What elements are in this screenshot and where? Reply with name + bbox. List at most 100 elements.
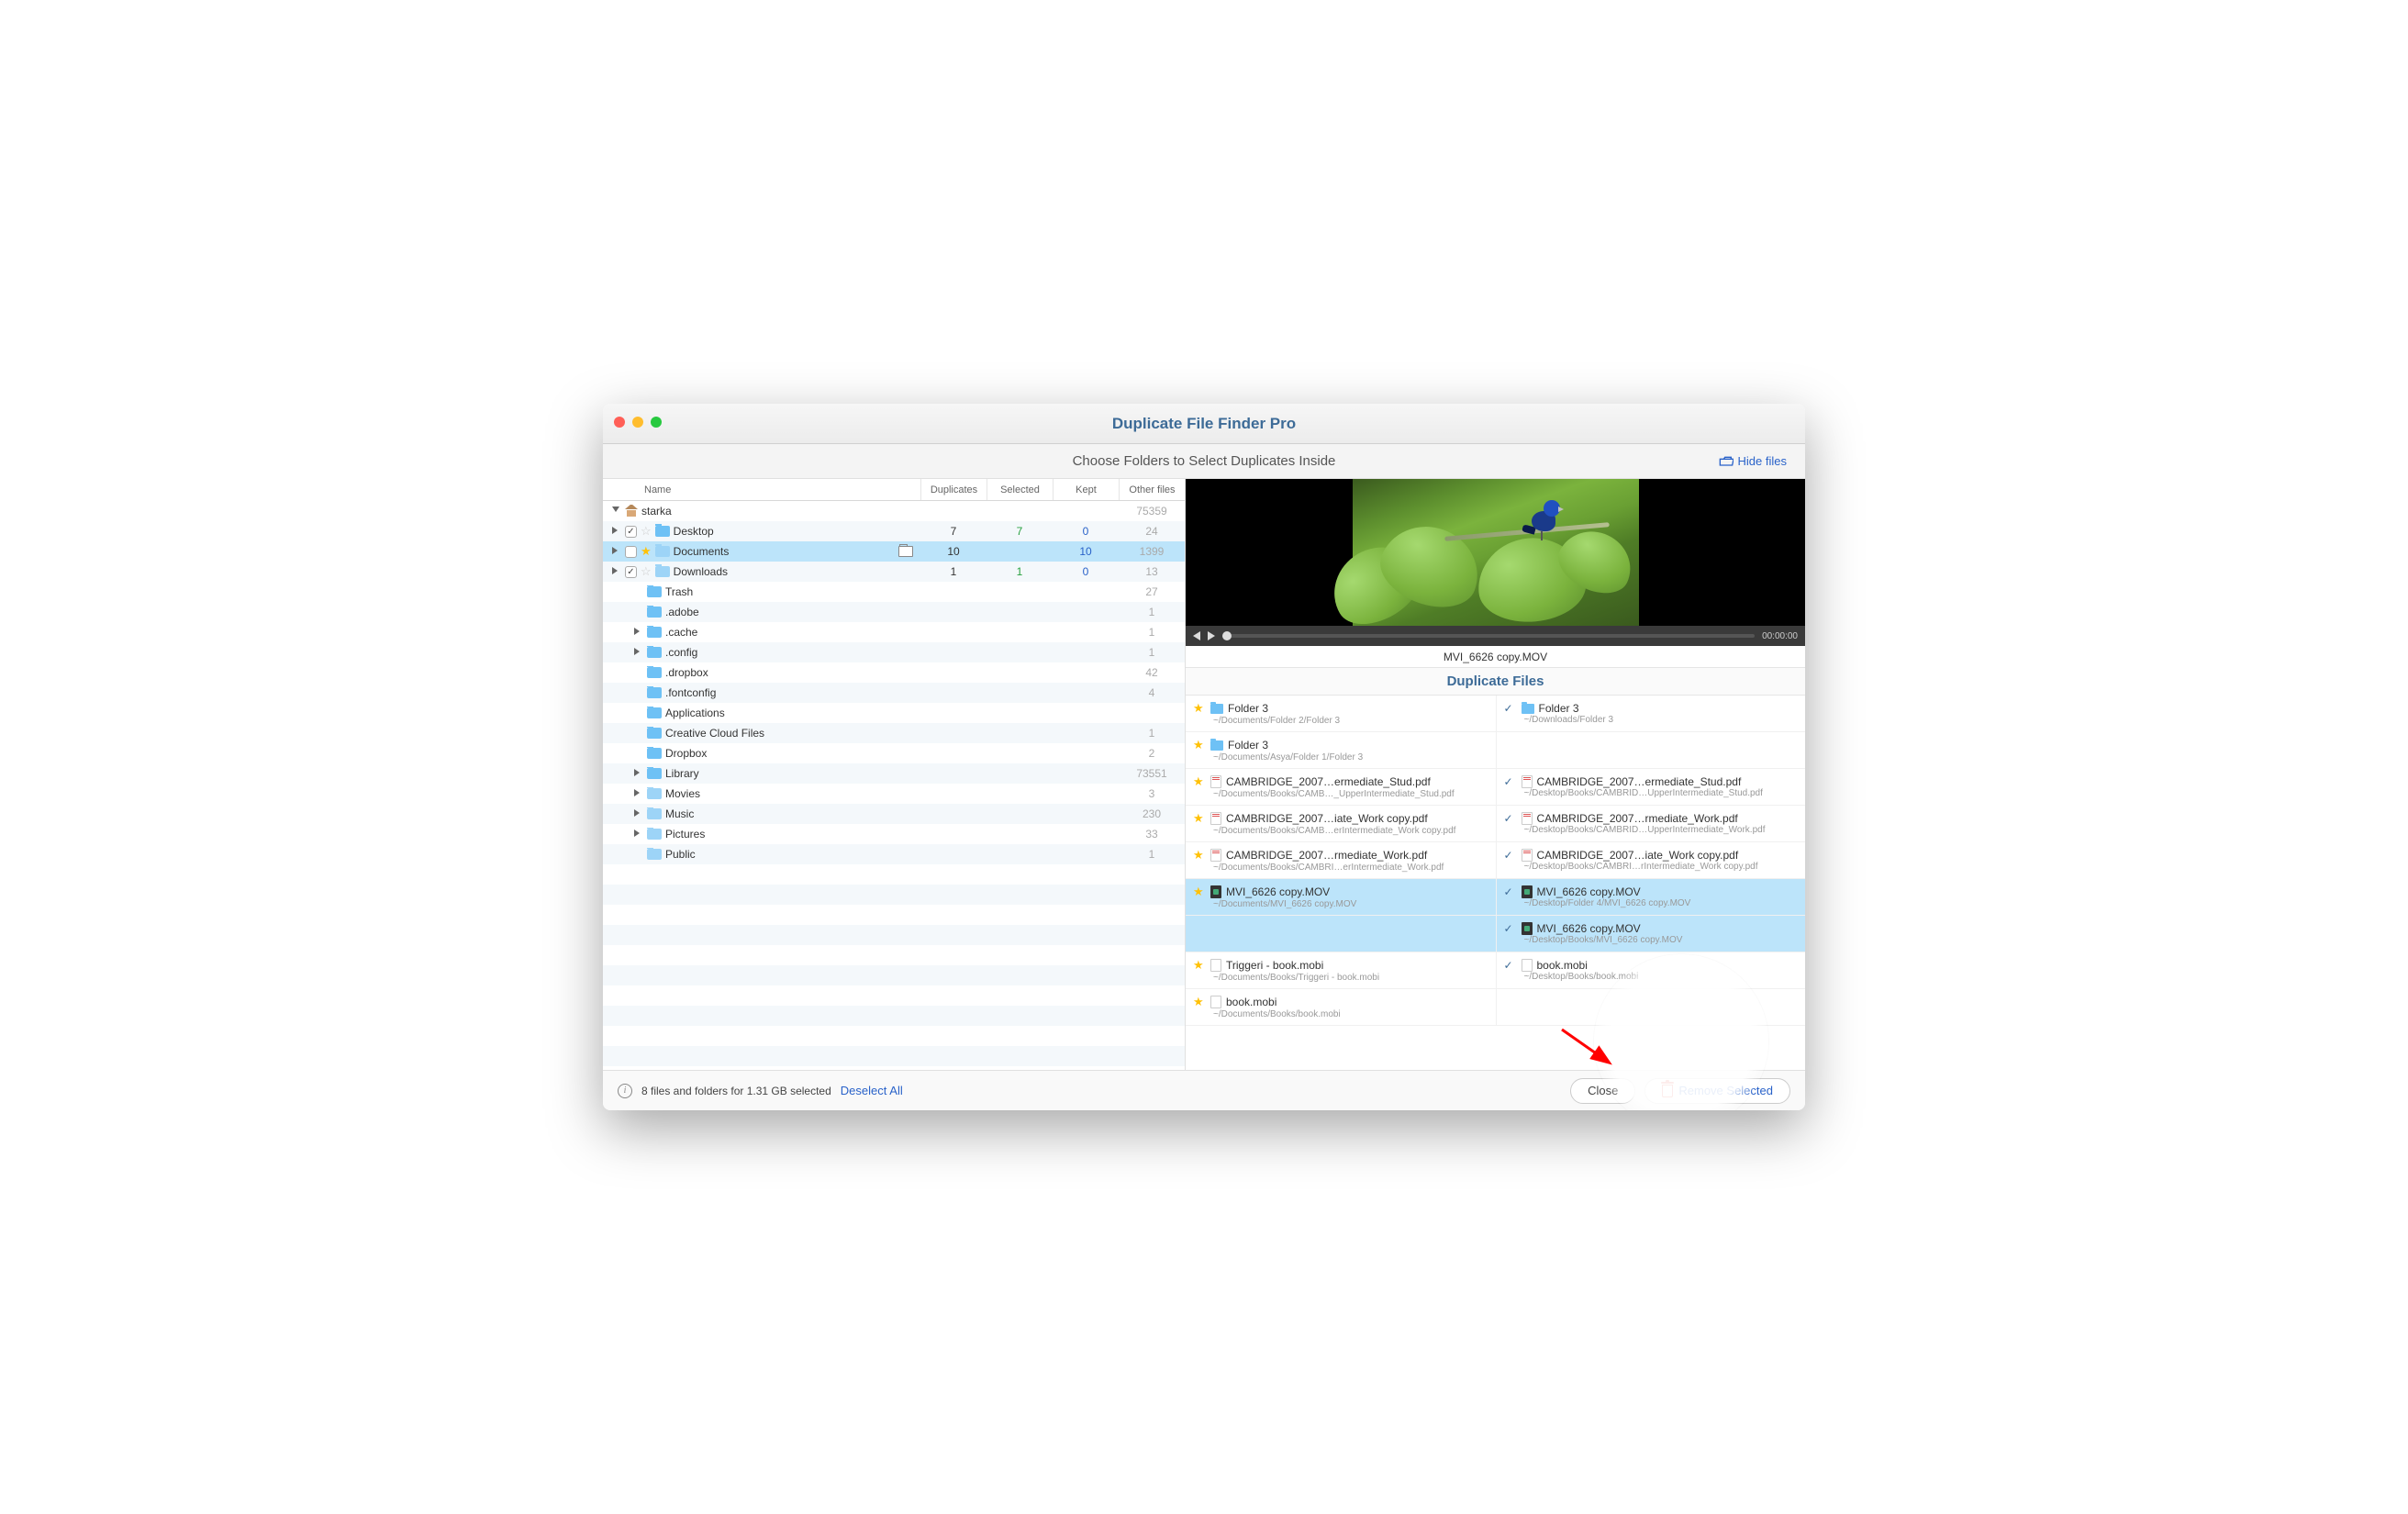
disclosure-triangle[interactable] (634, 789, 643, 798)
check-icon[interactable]: ✓ (1504, 775, 1517, 788)
tree-row[interactable]: ★Documents10101399 (603, 541, 1185, 562)
disclosure-triangle[interactable] (612, 547, 621, 556)
tree-row[interactable]: Applications (603, 703, 1185, 723)
checkbox[interactable] (625, 566, 637, 578)
duplicate-row[interactable]: ★Folder 3~/Documents/Folder 2/Folder 3✓F… (1186, 696, 1805, 732)
duplicate-item[interactable]: ★MVI_6626 copy.MOV~/Documents/MVI_6626 c… (1186, 879, 1496, 915)
seek-thumb[interactable] (1222, 631, 1232, 640)
prev-frame-button[interactable] (1193, 631, 1200, 640)
star-icon[interactable]: ★ (1193, 885, 1206, 899)
disclosure-triangle[interactable] (612, 507, 621, 516)
duplicate-row[interactable]: ★Triggeri - book.mobi~/Documents/Books/T… (1186, 952, 1805, 989)
tree-row[interactable]: .dropbox42 (603, 662, 1185, 683)
tree-row[interactable]: Library73551 (603, 763, 1185, 784)
duplicate-item[interactable]: ★CAMBRIDGE_2007…iate_Work copy.pdf~/Docu… (1186, 806, 1496, 841)
check-icon[interactable]: ✓ (1504, 922, 1517, 935)
duplicate-files-list[interactable]: ★Folder 3~/Documents/Folder 2/Folder 3✓F… (1186, 696, 1805, 1070)
star-icon[interactable]: ★ (1193, 811, 1206, 826)
col-name[interactable]: Name (603, 484, 920, 495)
disclosure-triangle[interactable] (634, 648, 643, 657)
col-duplicates[interactable]: Duplicates (920, 479, 987, 500)
minimize-window-button[interactable] (632, 417, 643, 428)
deselect-all-link[interactable]: Deselect All (841, 1084, 903, 1097)
remove-selected-button[interactable]: Remove Selected (1644, 1078, 1790, 1104)
disclosure-triangle[interactable] (612, 527, 621, 536)
zoom-window-button[interactable] (651, 417, 662, 428)
tree-row[interactable]: Music230 (603, 804, 1185, 824)
tree-row[interactable]: .config1 (603, 642, 1185, 662)
disclosure-triangle[interactable] (634, 769, 643, 778)
check-icon[interactable]: ✓ (1504, 849, 1517, 862)
tree-row-empty (603, 965, 1185, 985)
star-icon[interactable]: ★ (641, 544, 652, 559)
hide-files-link[interactable]: Hide files (1719, 454, 1787, 468)
star-icon[interactable]: ★ (1193, 701, 1206, 716)
file-icon (1522, 959, 1533, 972)
col-kept[interactable]: Kept (1053, 479, 1119, 500)
duplicate-item[interactable]: ★Folder 3~/Documents/Asya/Folder 1/Folde… (1186, 732, 1496, 768)
duplicate-item[interactable]: ✓MVI_6626 copy.MOV~/Desktop/Books/MVI_66… (1496, 916, 1806, 952)
checkbox[interactable] (625, 526, 637, 538)
duplicate-item[interactable] (1496, 989, 1806, 1025)
col-other[interactable]: Other files (1119, 479, 1185, 500)
disclosure-triangle[interactable] (612, 567, 621, 576)
disclosure-triangle[interactable] (634, 628, 643, 637)
seek-bar[interactable] (1222, 634, 1755, 638)
duplicate-item[interactable]: ✓CAMBRIDGE_2007…iate_Work copy.pdf~/Desk… (1496, 842, 1806, 878)
duplicate-filename: Triggeri - book.mobi (1226, 959, 1323, 972)
tree-row[interactable]: .cache1 (603, 622, 1185, 642)
duplicate-item[interactable]: ✓book.mobi~/Desktop/Books/book.mobi (1496, 952, 1806, 988)
duplicate-item[interactable] (1186, 916, 1496, 952)
close-button[interactable]: Close (1570, 1078, 1635, 1104)
tree-row[interactable]: Dropbox2 (603, 743, 1185, 763)
duplicate-row[interactable]: ★Folder 3~/Documents/Asya/Folder 1/Folde… (1186, 732, 1805, 769)
disclosure-triangle[interactable] (634, 809, 643, 818)
open-folder-icon[interactable] (898, 546, 913, 557)
tree-row[interactable]: .fontconfig4 (603, 683, 1185, 703)
tree-row[interactable]: Movies3 (603, 784, 1185, 804)
tree-row[interactable]: ☆Downloads11013 (603, 562, 1185, 582)
tree-row[interactable]: Public1 (603, 844, 1185, 864)
duplicate-item[interactable]: ★Triggeri - book.mobi~/Documents/Books/T… (1186, 952, 1496, 988)
duplicate-item[interactable]: ★book.mobi~/Documents/Books/book.mobi (1186, 989, 1496, 1025)
col-selected[interactable]: Selected (987, 479, 1053, 500)
check-icon[interactable]: ✓ (1504, 812, 1517, 825)
star-icon[interactable]: ★ (1193, 774, 1206, 789)
duplicate-row[interactable]: ★CAMBRIDGE_2007…rmediate_Work.pdf~/Docum… (1186, 842, 1805, 879)
tree-row[interactable]: Creative Cloud Files1 (603, 723, 1185, 743)
tree-row[interactable]: Pictures33 (603, 824, 1185, 844)
check-icon[interactable]: ✓ (1504, 702, 1517, 715)
duplicate-item[interactable]: ★CAMBRIDGE_2007…rmediate_Work.pdf~/Docum… (1186, 842, 1496, 878)
tree-row[interactable]: starka75359 (603, 501, 1185, 521)
tree-row[interactable]: Trash27 (603, 582, 1185, 602)
star-icon[interactable]: ☆ (641, 524, 652, 539)
tree-row[interactable]: ☆Desktop77024 (603, 521, 1185, 541)
play-button[interactable] (1208, 631, 1215, 640)
duplicate-row[interactable]: ★CAMBRIDGE_2007…iate_Work copy.pdf~/Docu… (1186, 806, 1805, 842)
folder-tree[interactable]: starka75359☆Desktop77024★Documents101013… (603, 501, 1185, 1070)
star-icon[interactable]: ★ (1193, 958, 1206, 973)
star-icon[interactable]: ★ (1193, 848, 1206, 863)
duplicate-item[interactable] (1496, 732, 1806, 768)
duplicate-item[interactable]: ✓MVI_6626 copy.MOV~/Desktop/Folder 4/MVI… (1496, 879, 1806, 915)
check-icon[interactable]: ✓ (1504, 959, 1517, 972)
star-icon[interactable]: ★ (1193, 738, 1206, 752)
duplicate-item[interactable]: ✓CAMBRIDGE_2007…ermediate_Stud.pdf~/Desk… (1496, 769, 1806, 805)
tree-row[interactable]: .adobe1 (603, 602, 1185, 622)
check-icon[interactable]: ✓ (1504, 885, 1517, 898)
duplicate-filename: Folder 3 (1228, 739, 1268, 751)
star-icon[interactable]: ★ (1193, 995, 1206, 1009)
duplicate-row[interactable]: ★CAMBRIDGE_2007…ermediate_Stud.pdf~/Docu… (1186, 769, 1805, 806)
duplicate-item[interactable]: ★Folder 3~/Documents/Folder 2/Folder 3 (1186, 696, 1496, 731)
checkbox[interactable] (625, 546, 637, 558)
duplicate-row[interactable]: ✓MVI_6626 copy.MOV~/Desktop/Books/MVI_66… (1186, 916, 1805, 952)
close-window-button[interactable] (614, 417, 625, 428)
duplicate-row[interactable]: ★MVI_6626 copy.MOV~/Documents/MVI_6626 c… (1186, 879, 1805, 916)
duplicate-item[interactable]: ✓CAMBRIDGE_2007…rmediate_Work.pdf~/Deskt… (1496, 806, 1806, 841)
star-icon[interactable]: ☆ (641, 564, 652, 579)
duplicate-item[interactable]: ✓Folder 3~/Downloads/Folder 3 (1496, 696, 1806, 731)
preview-filename: MVI_6626 copy.MOV (1186, 646, 1805, 668)
disclosure-triangle[interactable] (634, 829, 643, 839)
duplicate-row[interactable]: ★book.mobi~/Documents/Books/book.mobi (1186, 989, 1805, 1026)
duplicate-item[interactable]: ★CAMBRIDGE_2007…ermediate_Stud.pdf~/Docu… (1186, 769, 1496, 805)
